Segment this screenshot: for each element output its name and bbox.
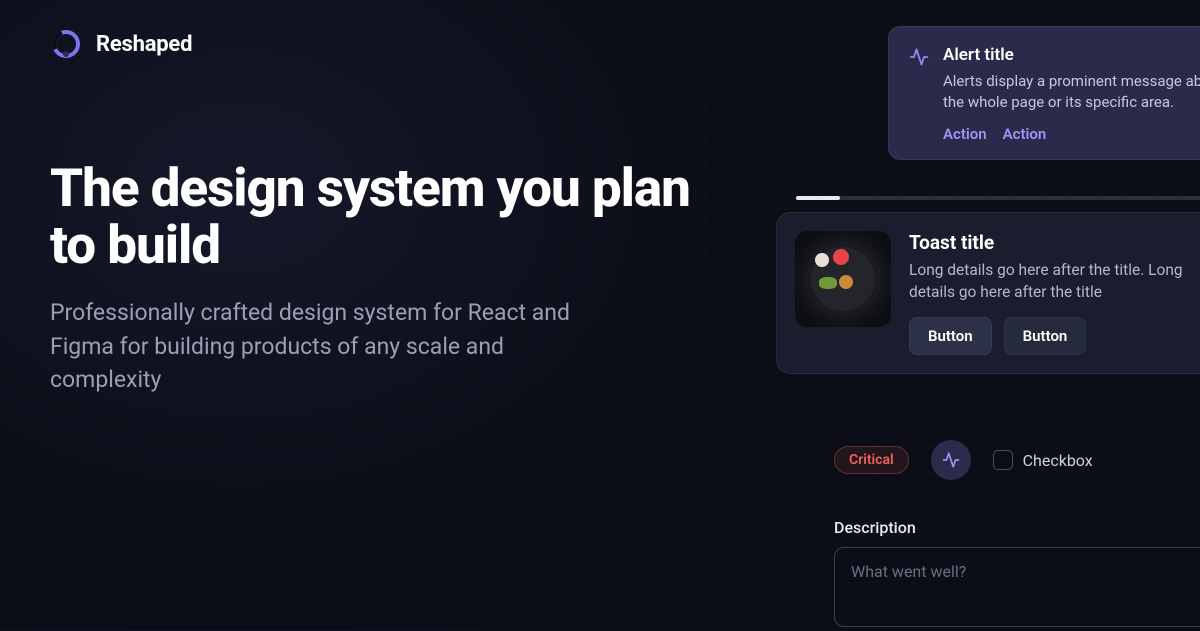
checkbox[interactable]: Checkbox [993, 450, 1093, 470]
description-field: Description [834, 518, 1200, 631]
progress-fill [796, 196, 840, 200]
activity-icon-button[interactable] [931, 440, 971, 480]
toast-title: Toast title [909, 231, 1200, 254]
progress-bar [796, 196, 1200, 200]
hero-subtitle: Professionally crafted design system for… [50, 296, 610, 396]
alert-card: Alert title Alerts display a prominent m… [888, 26, 1200, 160]
toast-description: Long details go here after the title. Lo… [909, 260, 1200, 303]
toast-card: Toast title Long details go here after t… [776, 212, 1200, 374]
alert-action[interactable]: Action [943, 125, 987, 143]
brand: Reshaped [50, 28, 192, 60]
checkbox-box[interactable] [993, 450, 1013, 470]
critical-badge: Critical [834, 446, 909, 474]
description-textarea[interactable] [834, 547, 1200, 627]
brand-name: Reshaped [96, 32, 192, 57]
alert-description: Alerts display a prominent message about… [943, 71, 1200, 113]
activity-icon [909, 47, 929, 143]
hero: The design system you plan to build Prof… [50, 160, 690, 397]
alert-action[interactable]: Action [1003, 125, 1047, 143]
alert-title: Alert title [943, 45, 1200, 65]
toast-button[interactable]: Button [909, 317, 992, 355]
field-label: Description [834, 518, 1200, 537]
toast-thumbnail [795, 231, 891, 327]
hero-title: The design system you plan to build [50, 160, 690, 274]
reshaped-logo-icon [50, 28, 82, 60]
toast-button[interactable]: Button [1004, 317, 1087, 355]
checkbox-label: Checkbox [1023, 451, 1093, 470]
controls-row: Critical Checkbox [834, 440, 1093, 480]
